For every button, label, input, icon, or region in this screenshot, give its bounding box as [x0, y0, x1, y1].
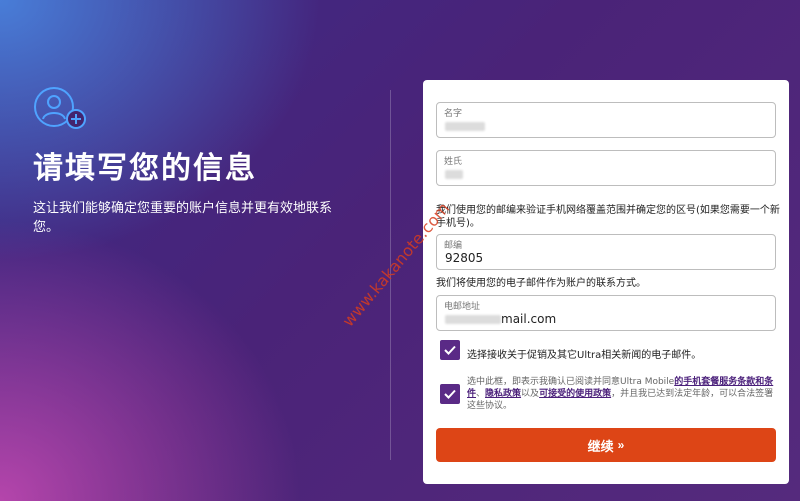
zip-label: 邮编 [444, 241, 463, 251]
first-name-label: 名字 [444, 109, 463, 119]
terms-text: 选中此框，即表示我确认已阅读并同意Ultra Mobile的手机套餐服务条款和条… [467, 376, 777, 412]
zip-note: 我们使用您的邮编来验证手机网络覆盖范围并确定您的区号(如果您需要一个新手机号)。 [436, 205, 780, 229]
chevron-right-icon: » [617, 438, 625, 452]
zip-field[interactable]: 邮编 92805 [436, 234, 776, 270]
terms-text-2: 、 [476, 389, 486, 399]
page-title: 请填写您的信息 [33, 151, 257, 186]
promo-checkbox[interactable] [440, 340, 460, 360]
email-value: mail.com [445, 312, 556, 326]
terms-text-3: 以及 [521, 389, 540, 399]
privacy-policy-link[interactable]: 隐私政策 [485, 389, 521, 399]
form-card: 名字 姓氏 我们使用您的邮编来验证手机网络覆盖范围并确定您的区号(如果您需要一个… [423, 80, 789, 484]
email-field[interactable]: 电邮地址 mail.com [436, 295, 776, 331]
terms-text-1: 选中此框，即表示我确认已阅读并同意Ultra Mobile [467, 377, 675, 387]
user-add-icon [34, 87, 86, 129]
zip-value: 92805 [445, 251, 484, 265]
last-name-value [445, 167, 463, 181]
promo-checkbox-label: 选择接收关于促销及其它Ultra相关新闻的电子邮件。 [467, 350, 702, 361]
check-icon [444, 345, 456, 355]
email-value-suffix: mail.com [501, 312, 557, 326]
last-name-label: 姓氏 [444, 157, 463, 167]
email-label: 电邮地址 [444, 302, 481, 312]
continue-button-label: 继续 [587, 438, 614, 454]
first-name-value [445, 119, 485, 133]
terms-checkbox[interactable] [440, 384, 460, 404]
first-name-field[interactable]: 名字 [436, 102, 776, 138]
email-note: 我们将使用您的电子邮件作为账户的联系方式。 [436, 278, 646, 289]
last-name-field[interactable]: 姓氏 [436, 150, 776, 186]
page-subtitle: 这让我们能够确定您重要的账户信息并更有效地联系您。 [33, 201, 333, 235]
check-icon [444, 389, 456, 399]
continue-button[interactable]: 继续 » [436, 428, 776, 462]
acceptable-use-link[interactable]: 可接受的使用政策 [539, 389, 611, 399]
